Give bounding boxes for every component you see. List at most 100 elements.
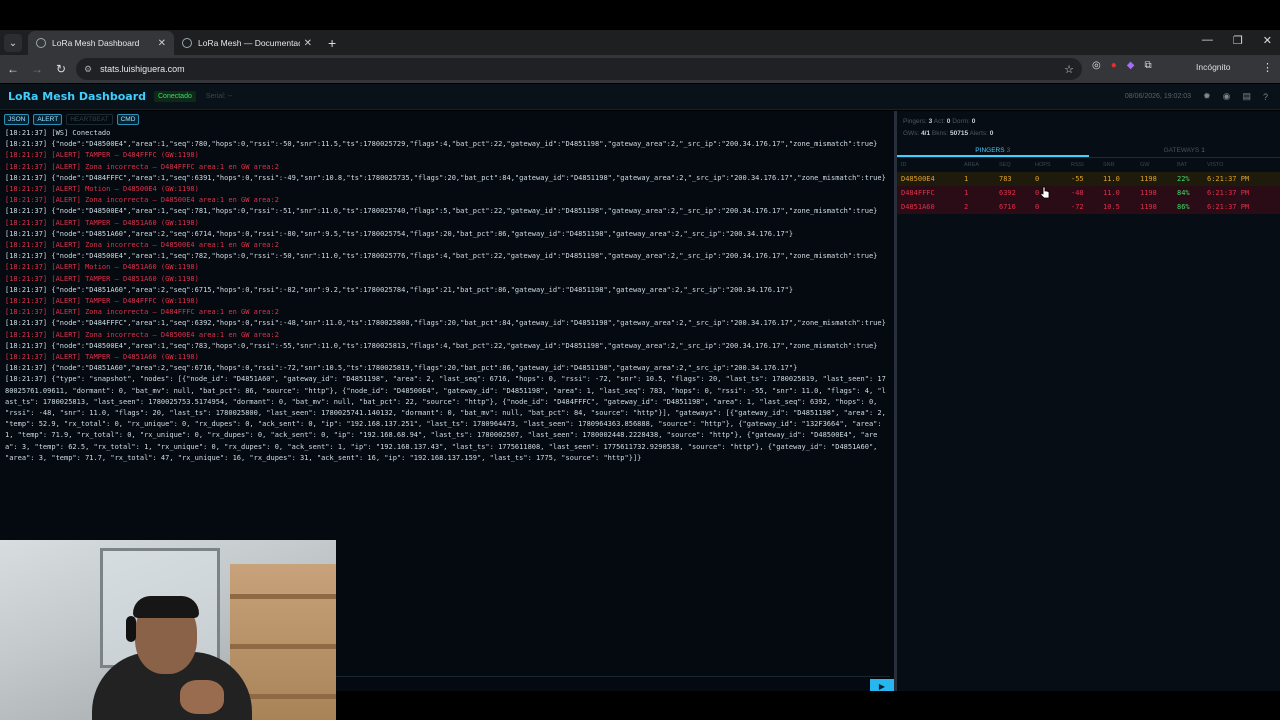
cell-seq: 783 (999, 175, 1012, 183)
col-header[interactable]: SEQ (999, 162, 1011, 168)
tab-search-icon[interactable]: ⌄ (4, 34, 22, 52)
extensions-puzzle-icon[interactable]: ⧉ (1144, 60, 1151, 71)
log-line: [18:21:37] {"node":"D48500E4","area":1,"… (5, 341, 878, 350)
restore-icon[interactable]: ❐ (1233, 34, 1243, 47)
log-line-alert: [18:21:37] [ALERT] Motion — D48500E4 (GW… (5, 185, 199, 194)
cell-hops: 0 (1035, 203, 1040, 211)
col-header[interactable]: GW (1140, 162, 1149, 168)
tab-pingers[interactable]: PINGERS 3 (897, 144, 1089, 157)
map-pin-icon[interactable]: ◉ (1223, 91, 1231, 102)
col-header[interactable]: ID (901, 162, 907, 168)
col-header[interactable]: AREA (964, 162, 979, 168)
cell-area: 1 (964, 175, 969, 183)
url-text: stats.luishiguera.com (100, 64, 185, 74)
stat-pingers: 3 (928, 118, 933, 125)
cell-area: 1 (964, 189, 969, 197)
col-header[interactable]: RSSI (1071, 162, 1084, 168)
cell-gw: 1198 (1140, 189, 1157, 197)
col-header[interactable]: BAT (1177, 162, 1187, 168)
tab-label: GATEWAYS (1163, 147, 1200, 154)
log-line-alert: [18:21:37] [ALERT] TAMPER — D484FFFC (GW… (5, 151, 199, 160)
filter-cmd[interactable]: CMD (116, 114, 140, 125)
send-icon: ▶ (878, 681, 886, 691)
table-row[interactable]: D4851A60 2 6716 0 -72 10.5 1198 86% 6:21… (897, 200, 1280, 214)
log-line: [18:21:37] {"node":"D48500E4","area":1,"… (5, 252, 878, 261)
reload-icon[interactable]: ↻ (50, 62, 72, 76)
cell-gw: 1198 (1140, 203, 1157, 211)
log-line-alert: [18:21:37] [ALERT] TAMPER — D4851A60 (GW… (5, 353, 199, 362)
log-line-alert: [18:21:37] [ALERT] Zona incorrecta — D48… (5, 196, 279, 205)
cell-gw: 1198 (1140, 175, 1157, 183)
minimize-icon[interactable]: — (1202, 34, 1213, 47)
serial-status: Serial: -- (205, 93, 233, 100)
forward-icon[interactable]: → (26, 62, 48, 76)
close-tab-icon[interactable]: ✕ (304, 38, 312, 49)
log-line: [18:21:37] {"node":"D48500E4","area":1,"… (5, 140, 878, 149)
cell-bat: 22% (1177, 175, 1190, 183)
filter-heartbeat[interactable]: HEARTBEAT (66, 114, 113, 125)
nodes-panel: Pingers: 3 Act: 0 Dorm: 0 GWs: 4/1 Bkns:… (897, 111, 1280, 720)
stat-alerts: 0 (989, 130, 994, 137)
col-header[interactable]: VISTO (1207, 162, 1223, 168)
app-title: LoRa Mesh Dashboard (8, 90, 146, 103)
log-line-alert: [18:21:37] [ALERT] Zona incorrecta — D48… (5, 330, 279, 339)
browser-tab-dashboard[interactable]: LoRa Mesh Dashboard ✕ (28, 31, 174, 55)
tab-count: 3 (1006, 147, 1011, 154)
tab-gateways[interactable]: GATEWAYS 1 (1089, 144, 1280, 157)
cell-rssi: -72 (1071, 203, 1084, 211)
close-tab-icon[interactable]: ✕ (158, 38, 166, 49)
extension-purple-icon[interactable]: ◆ (1127, 60, 1135, 71)
new-tab-icon[interactable]: + (328, 35, 336, 51)
cell-seen: 6:21:37 PM (1207, 203, 1250, 211)
headset-icon (126, 616, 136, 642)
stat-label: Act: (933, 118, 945, 125)
cell-snr: 10.5 (1103, 203, 1120, 211)
filter-json[interactable]: JSON (4, 114, 30, 125)
cell-rssi: -55 (1071, 175, 1084, 183)
document-icon[interactable]: ▤ (1242, 91, 1251, 102)
col-header[interactable]: HOPS (1035, 162, 1051, 168)
table-row[interactable]: D484FFFC 1 6392 0 -48 11.0 1198 84% 6:21… (897, 186, 1280, 200)
cell-seq: 6392 (999, 189, 1016, 197)
table-row[interactable]: D48500E4 1 783 0 -55 11.0 1198 22% 6:21:… (897, 172, 1280, 186)
tab-count: 1 (1201, 147, 1205, 154)
col-header[interactable]: SNR (1103, 162, 1115, 168)
close-window-icon[interactable]: ✕ (1263, 34, 1272, 47)
log-line: [18:21:37] {"node":"D4851A60","area":2,"… (5, 285, 794, 294)
browser-tabstrip: ⌄ LoRa Mesh Dashboard ✕ LoRa Mesh — Docu… (0, 30, 1280, 55)
log-line-alert: [18:21:37] [ALERT] TAMPER — D484FFFC (GW… (5, 297, 199, 306)
log-line: [18:21:37] {"node":"D484FFFC","area":1,"… (5, 173, 886, 182)
browser-tab-title: LoRa Mesh Dashboard (52, 38, 140, 48)
log-line: [18:21:37] [WS] Conectado (5, 129, 111, 137)
browser-toolbar: ← → ↻ ⚙ stats.luishiguera.com ☆ ◎ ● ◆ ⧉ … (0, 55, 1280, 83)
extensions-bar: ◎ ● ◆ ⧉ (1092, 60, 1152, 71)
filter-chips: JSON ALERT HEARTBEAT CMD (0, 111, 894, 128)
bookmark-star-icon[interactable]: ☆ (1064, 63, 1074, 76)
stat-label: Alerts: (969, 130, 988, 137)
extension-stop-icon[interactable]: ● (1111, 60, 1117, 71)
globe-icon (36, 38, 46, 48)
stat-beacons: 50715 (950, 130, 969, 137)
cell-seen: 6:21:37 PM (1207, 189, 1250, 197)
cell-seq: 6716 (999, 203, 1016, 211)
address-bar[interactable]: ⚙ stats.luishiguera.com ☆ (76, 58, 1082, 80)
incognito-badge[interactable]: Incógnito (1196, 62, 1231, 72)
back-icon[interactable]: ← (2, 62, 24, 76)
console-log: [18:21:37] [WS] Conectado [18:21:37] {"no… (0, 128, 894, 464)
help-icon[interactable]: ? (1263, 92, 1268, 102)
browser-tab-docs[interactable]: LoRa Mesh — Documentación ✕ (174, 31, 320, 55)
log-line: [18:21:37] {"node":"D4851A60","area":2,"… (5, 229, 794, 238)
log-line: [18:21:37] {"node":"D4851A60","area":2,"… (5, 364, 798, 373)
site-info-icon[interactable]: ⚙ (84, 64, 92, 75)
header-actions: 08/06/2026, 19:02:03 ✹ ◉ ▤ ? (1125, 91, 1268, 102)
stat-gateways: 4/1 (921, 130, 931, 137)
settings-gear-icon[interactable]: ✹ (1203, 91, 1211, 102)
cell-id: D484FFFC (901, 189, 935, 197)
cell-bat: 84% (1177, 189, 1190, 197)
cell-snr: 11.0 (1103, 175, 1120, 183)
extension-glasses-icon[interactable]: ◎ (1092, 60, 1101, 71)
filter-alert[interactable]: ALERT (33, 114, 63, 125)
log-line: [18:21:37] {"type": "snapshot", "nodes":… (5, 375, 891, 462)
browser-menu-icon[interactable]: ⋮ (1262, 61, 1273, 74)
command-input[interactable] (336, 676, 890, 690)
